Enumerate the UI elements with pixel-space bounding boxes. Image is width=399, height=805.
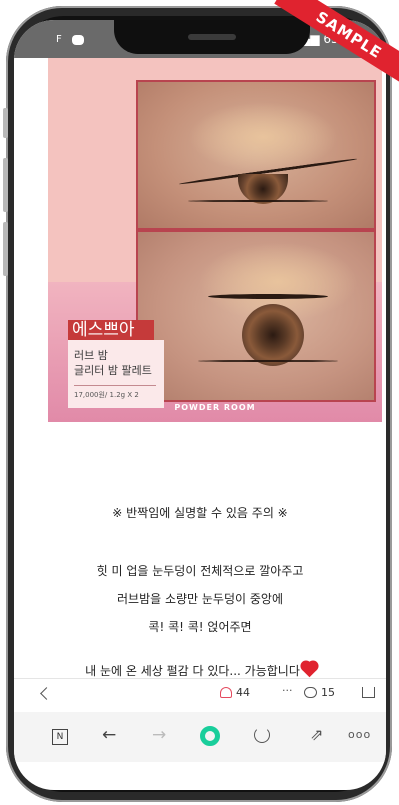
status-app-label: F — [56, 34, 62, 45]
eye-photo-top — [138, 82, 374, 228]
comment-count: 15 — [321, 686, 335, 699]
screen: F ▂▄▆ 65% 에스쁘아 — [14, 20, 386, 790]
lower-lash-line — [198, 360, 338, 362]
volume-up-button — [3, 108, 8, 138]
warning-text: ※ 반짝임에 실명할 수 있음 주의 ※ — [112, 506, 288, 520]
heart-outline-icon — [220, 687, 232, 698]
back-arrow-icon[interactable]: ← — [102, 725, 116, 745]
content-line-1: 힛 미 업을 눈두덩이 전체적으로 깔아주고 — [96, 564, 304, 578]
content-line-4: 내 눈에 온 세상 펄감 다 있다... 가능합니다 — [85, 664, 300, 678]
refresh-icon[interactable] — [254, 727, 270, 743]
product-price: 17,000원/ 1.2g X 2 — [74, 391, 139, 399]
brand-label: 에스쁘아 — [68, 320, 154, 340]
naver-home-button[interactable]: N — [52, 729, 68, 745]
mute-switch — [3, 222, 8, 276]
product-name-line2: 글리터 밤 팔레트 — [74, 364, 152, 377]
menu-button[interactable]: ooo — [348, 728, 371, 741]
post-action-bar: 44 ··· 15 — [14, 678, 386, 711]
article-image[interactable]: 에스쁘아 러브 밤 글리터 밤 팔레트 17,000원/ 1.2g X 2 PO… — [48, 58, 382, 422]
volume-down-button — [3, 158, 8, 212]
lower-lash-line — [188, 200, 328, 202]
comment-button[interactable]: 15 — [304, 686, 335, 699]
image-watermark: POWDER ROOM — [174, 403, 256, 412]
eye-photo-bottom — [138, 232, 374, 400]
forward-arrow-icon[interactable]: → — [152, 725, 166, 745]
product-info-box: 러브 밤 글리터 밤 팔레트 17,000원/ 1.2g X 2 — [68, 340, 164, 408]
more-options-button[interactable]: ··· — [282, 684, 293, 697]
content-line-3: 콕! 콕! 콕! 얹어주면 — [148, 620, 252, 634]
content-line-2: 러브밤을 소량만 눈두덩이 중앙에 — [116, 592, 283, 606]
product-name-line1: 러브 밤 — [74, 349, 108, 362]
speaker — [188, 34, 236, 40]
comment-bubble-icon — [304, 687, 317, 698]
like-button[interactable]: 44 — [220, 686, 250, 699]
content-line-4-row: 내 눈에 온 세상 펄감 다 있다... 가능합니다 — [14, 661, 386, 679]
share-icon[interactable] — [362, 687, 375, 698]
glitter-shadow — [188, 102, 338, 172]
notch — [114, 20, 310, 54]
chat-notification-icon — [71, 34, 84, 45]
status-left: F — [56, 34, 84, 45]
browser-nav-bar: N ← → ⇗ ooo — [14, 712, 386, 762]
upper-lashes — [208, 294, 328, 299]
chevron-left-icon[interactable] — [40, 687, 53, 700]
eye-photo-frame — [136, 80, 376, 402]
share-arrow-icon[interactable]: ⇗ — [310, 725, 323, 744]
like-count: 44 — [236, 686, 250, 699]
product-divider — [74, 385, 156, 386]
heart-emoji-icon — [301, 661, 318, 678]
iris — [242, 304, 304, 366]
green-dot-button[interactable] — [200, 726, 220, 746]
